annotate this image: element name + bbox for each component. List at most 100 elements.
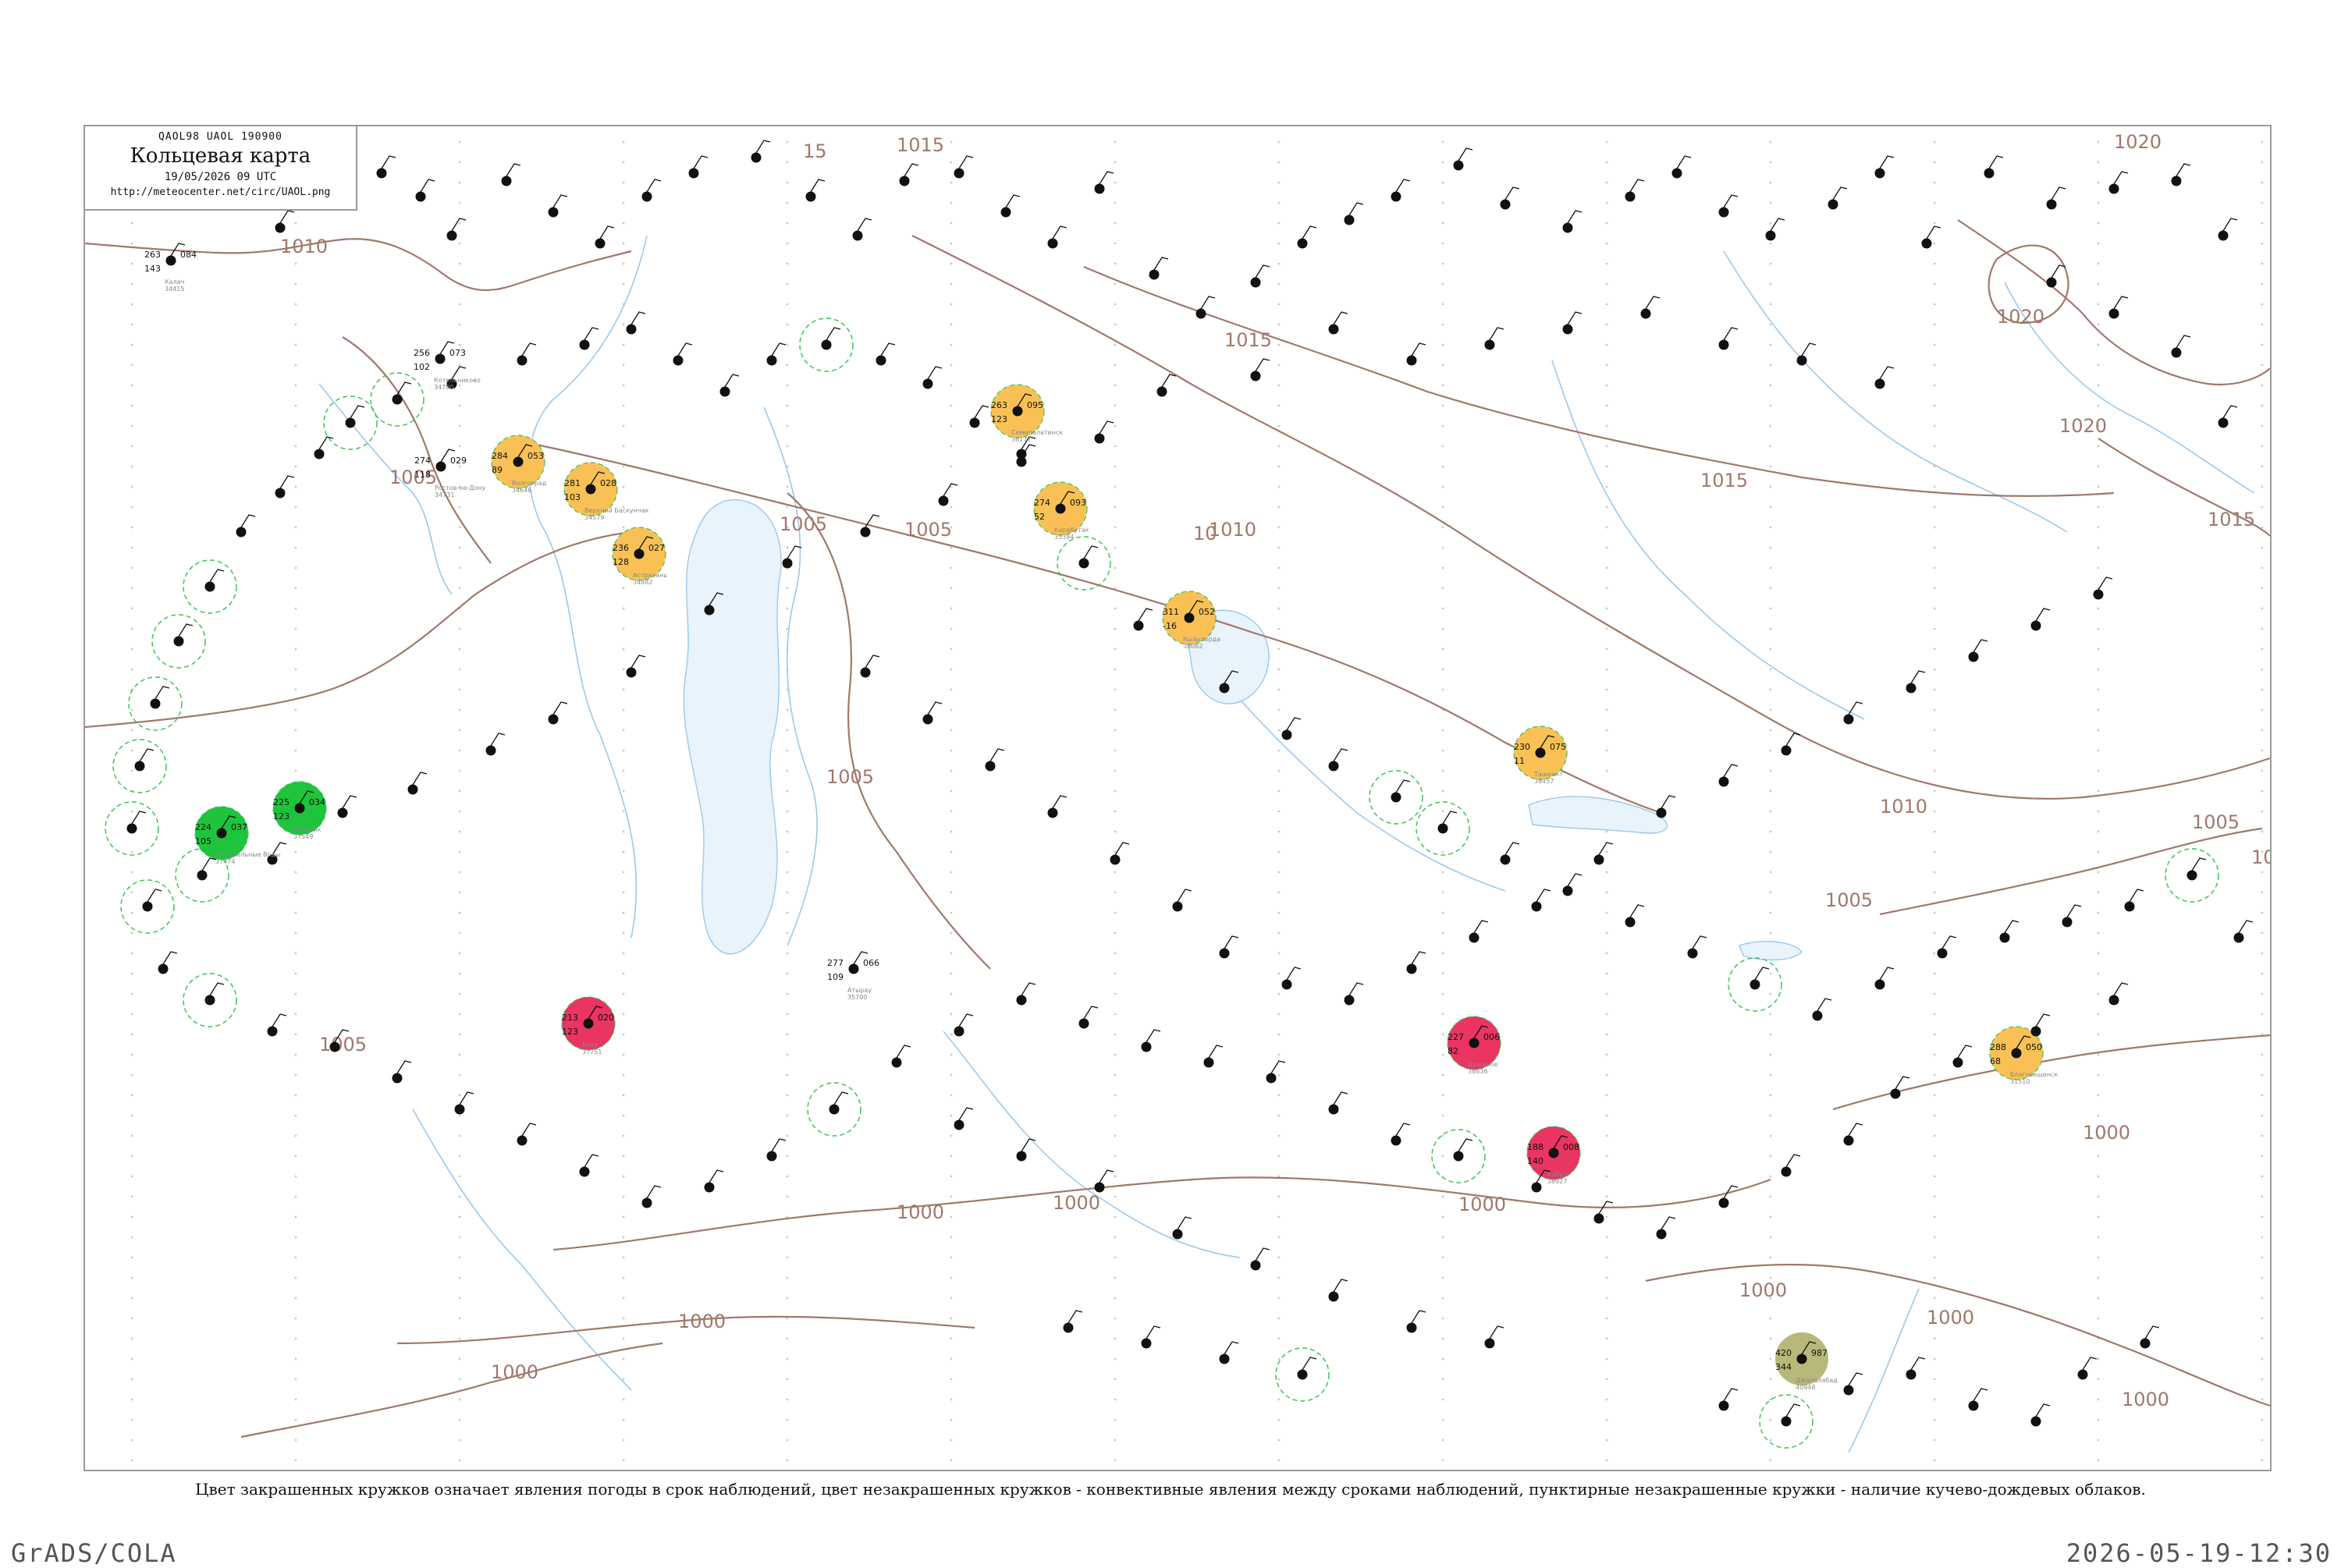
cloud-cover-icon (435, 461, 446, 472)
station-name: Душанбе (1468, 1061, 1497, 1068)
cloud-cover-icon (1828, 199, 1838, 210)
grid-dot (786, 1013, 789, 1016)
grid-dot (622, 1378, 625, 1381)
grid-dot (1605, 749, 1608, 752)
grid-dot (1933, 1195, 1936, 1198)
wind-barb-icon (201, 857, 217, 871)
grid-dot (622, 384, 625, 387)
grid-dot (130, 1155, 133, 1158)
grid-dot (1441, 850, 1444, 853)
grid-dot (1114, 1155, 1117, 1158)
station-glyph (969, 405, 989, 428)
wind-barb-icon (943, 483, 958, 497)
grid-dot (294, 364, 297, 367)
grid-dot (1277, 729, 1281, 732)
grid-dot (1605, 1357, 1608, 1360)
grid-dot (1441, 485, 1444, 488)
grid-dot (2261, 607, 2264, 610)
grid-dot (1114, 749, 1117, 752)
grid-dot (1769, 506, 1772, 509)
wind-barb-icon (1224, 1341, 1239, 1355)
grid-dot (950, 1337, 953, 1340)
grid-dot (130, 1439, 133, 1442)
station-temperature: 263 (144, 250, 161, 260)
grid-dot (950, 404, 953, 407)
grid-dot (1769, 485, 1772, 488)
cloud-cover-icon (294, 803, 305, 814)
station-id: 37751 (582, 1048, 602, 1055)
grid-dot (1933, 140, 1936, 144)
station-glyph (1906, 1357, 1926, 1380)
grid-dot (622, 647, 625, 651)
grid-dot (2261, 465, 2264, 468)
wind-barb-icon (677, 342, 693, 357)
station-glyph (485, 733, 506, 756)
station-glyph (2186, 857, 2207, 881)
grid-dot (950, 1033, 953, 1036)
grid-dot (622, 1134, 625, 1137)
grid-dot (1277, 749, 1281, 752)
grid-dot (2097, 972, 2100, 975)
grid-dot (2097, 282, 2100, 286)
wind-barb-icon (771, 342, 787, 357)
cloud-cover-icon (2030, 620, 2041, 631)
grid-dot (786, 364, 789, 367)
station-pressure: 987 (1811, 1348, 1828, 1358)
cloud-cover-icon (1141, 1041, 1152, 1052)
station-pressure: 095 (1027, 400, 1043, 410)
grid-dot (1769, 1276, 1772, 1279)
grid-dot (622, 749, 625, 752)
wind-barb-icon (1661, 1216, 1676, 1230)
grid-dot (1441, 688, 1444, 691)
grid-dot (458, 1175, 461, 1178)
grid-dot (1114, 891, 1117, 894)
cloud-cover-icon (1250, 371, 1261, 381)
cloud-cover-icon (1391, 1135, 1401, 1146)
grid-dot (1605, 1378, 1608, 1381)
isobar-label: 1015 (1700, 470, 1748, 491)
grid-dot (1933, 688, 1936, 691)
grid-dot (458, 384, 461, 387)
station-glyph (766, 1138, 787, 1162)
grid-dot (1933, 647, 1936, 651)
station-glyph (1219, 1341, 1239, 1364)
station-glyph (1999, 920, 2020, 943)
grid-dot (2097, 445, 2100, 448)
grid-dot (130, 242, 133, 245)
grid-dot (1114, 1053, 1117, 1056)
grid-dot (1114, 668, 1117, 671)
station-glyph (134, 748, 155, 772)
grid-dot (130, 1236, 133, 1239)
grid-dot (1114, 343, 1117, 346)
grid-dot (1605, 830, 1608, 833)
grid-dot (786, 1094, 789, 1097)
grid-dot (1441, 282, 1444, 286)
station-glyph (1344, 202, 1364, 225)
grid-dot (786, 1114, 789, 1117)
station-glyph (1952, 1045, 1973, 1068)
wind-barb-icon (1411, 951, 1426, 965)
station-temperature: 188 (1527, 1142, 1543, 1152)
station-temperature: 213 (562, 1013, 578, 1023)
grid-dot (2097, 1053, 2100, 1056)
grid-dot (786, 789, 789, 793)
grid-dot (1605, 445, 1608, 448)
grid-dot (622, 1297, 625, 1300)
grid-dot (130, 1053, 133, 1056)
wind-barb-icon (1255, 358, 1270, 372)
grid-dot (458, 627, 461, 630)
station-glyph (626, 655, 646, 678)
cloud-cover-icon (2046, 199, 2057, 210)
station-glyph (267, 1013, 287, 1037)
station-pressure: 073 (449, 348, 466, 358)
station-glyph (345, 405, 365, 428)
grid-dot (2097, 1094, 2100, 1097)
grid-dot (1114, 810, 1117, 813)
grid-dot (622, 810, 625, 813)
wind-barb-icon (412, 772, 428, 786)
grid-dot (1277, 931, 1281, 935)
grid-dot (786, 992, 789, 995)
station-glyph (1094, 1169, 1114, 1193)
grid-dot (1933, 931, 1936, 935)
station-glyph (860, 655, 880, 678)
